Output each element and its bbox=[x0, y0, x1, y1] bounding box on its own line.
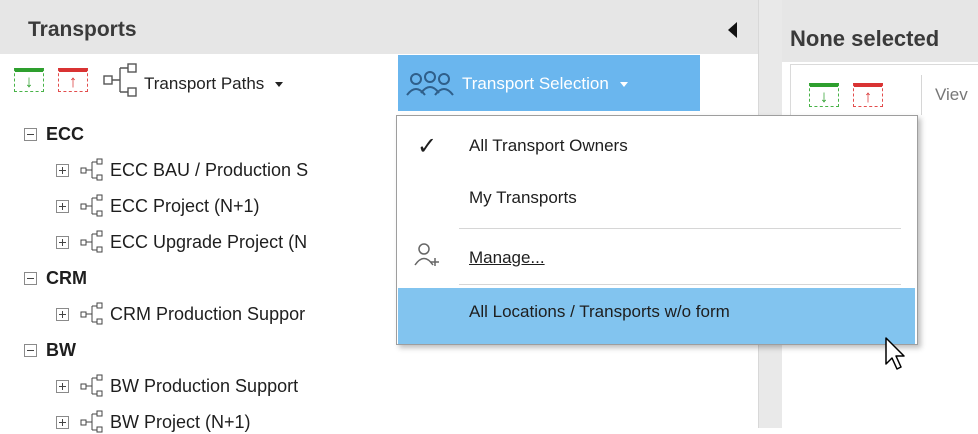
mouse-cursor-icon bbox=[885, 337, 905, 370]
transport-selection-label: Transport Selection bbox=[462, 74, 609, 93]
collapse-left-icon[interactable] bbox=[728, 22, 737, 38]
collapse-box-icon[interactable] bbox=[24, 272, 37, 285]
tree-group-ecc[interactable]: ECC bbox=[46, 124, 84, 145]
chevron-down-icon bbox=[275, 82, 284, 88]
users-icon bbox=[406, 71, 454, 96]
menu-item-manage[interactable]: Manage... bbox=[397, 234, 917, 280]
collapse-box-icon[interactable] bbox=[24, 128, 37, 141]
menu-item-all-transport-owners[interactable]: ✓ All Transport Owners bbox=[397, 122, 917, 168]
details-panel-header: None selected bbox=[782, 0, 978, 62]
transport-paths-label: Transport Paths bbox=[144, 74, 265, 93]
menu-separator bbox=[459, 228, 901, 229]
transport-path-icon bbox=[80, 374, 103, 397]
export-icon[interactable]: ↑ bbox=[853, 83, 883, 107]
chevron-down-icon bbox=[619, 82, 628, 88]
menu-separator bbox=[459, 284, 901, 285]
panel-title: None selected bbox=[790, 26, 940, 51]
transport-path-icon bbox=[80, 230, 103, 253]
expand-box-icon[interactable] bbox=[56, 236, 69, 249]
transport-path-icon bbox=[80, 158, 103, 181]
toolbar-divider bbox=[921, 75, 922, 115]
tree-item[interactable]: BW Project (N+1) bbox=[110, 412, 251, 433]
expand-box-icon[interactable] bbox=[56, 200, 69, 213]
tree-group-crm[interactable]: CRM bbox=[46, 268, 87, 289]
menu-item-label: All Locations / Transports w/o form bbox=[469, 302, 730, 321]
collapse-box-icon[interactable] bbox=[24, 344, 37, 357]
transport-selection-menu: ✓ All Transport Owners My Transports Man… bbox=[396, 115, 918, 345]
transport-path-icon[interactable] bbox=[102, 62, 138, 98]
expand-box-icon[interactable] bbox=[56, 164, 69, 177]
view-button[interactable]: Viev bbox=[935, 85, 968, 105]
menu-item-label-text: Manage... bbox=[469, 248, 545, 267]
transport-selection-label-wrap: Transport Selection bbox=[462, 74, 628, 94]
tree-item[interactable]: ECC Project (N+1) bbox=[110, 196, 260, 217]
panel-title: Transports bbox=[28, 18, 137, 41]
menu-item-label: All Transport Owners bbox=[469, 136, 628, 155]
transport-paths-button[interactable]: Transport Paths bbox=[144, 74, 284, 94]
menu-item-my-transports[interactable]: My Transports bbox=[397, 174, 917, 220]
tree-item[interactable]: ECC Upgrade Project (N bbox=[110, 232, 307, 253]
expand-box-icon[interactable] bbox=[56, 416, 69, 429]
tree-item[interactable]: BW Production Support bbox=[110, 376, 298, 397]
transport-path-icon bbox=[80, 410, 103, 433]
transports-panel-header: Transports bbox=[0, 0, 758, 62]
manage-user-icon bbox=[414, 243, 439, 266]
menu-item-label: My Transports bbox=[469, 188, 577, 207]
import-icon[interactable]: ↓ bbox=[809, 83, 839, 107]
checkmark-icon: ✓ bbox=[417, 133, 438, 160]
transport-path-icon bbox=[80, 194, 103, 217]
expand-box-icon[interactable] bbox=[56, 380, 69, 393]
transport-path-icon bbox=[80, 302, 103, 325]
menu-item-label: Manage... bbox=[469, 248, 545, 268]
tree-item[interactable]: ECC BAU / Production S bbox=[110, 160, 308, 181]
tree-item[interactable]: CRM Production Suppor bbox=[110, 304, 305, 325]
import-icon[interactable]: ↓ bbox=[14, 68, 44, 92]
expand-box-icon[interactable] bbox=[56, 308, 69, 321]
menu-item-all-locations[interactable]: All Locations / Transports w/o form bbox=[398, 288, 915, 344]
export-icon[interactable]: ↑ bbox=[58, 68, 88, 92]
tree-group-bw[interactable]: BW bbox=[46, 340, 76, 361]
